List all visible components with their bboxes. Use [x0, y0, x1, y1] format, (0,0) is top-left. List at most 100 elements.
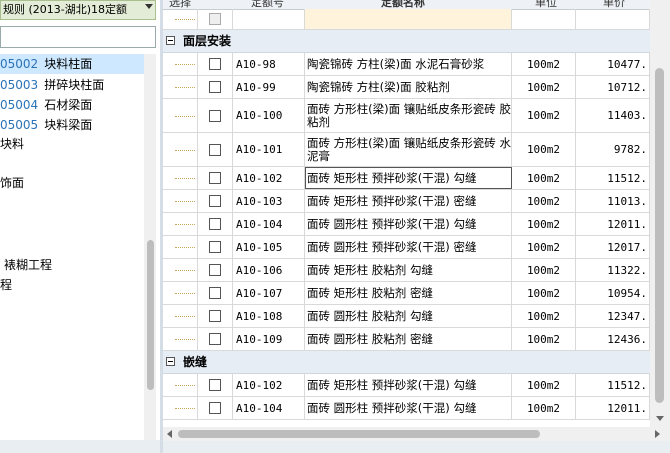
- row-checkbox[interactable]: [209, 195, 221, 207]
- row-checkbox[interactable]: [209, 241, 221, 253]
- quota-name[interactable]: 面砖 方形柱(梁)面 镶贴纸皮条形瓷砖 水泥膏: [305, 133, 512, 166]
- quota-price: 11322.: [576, 259, 650, 281]
- row-checkbox[interactable]: [209, 81, 221, 93]
- tree-item[interactable]: 05003 拼碎块柱面: [0, 75, 104, 95]
- row-checkbox[interactable]: [209, 310, 221, 322]
- quota-name[interactable]: 面砖 圆形柱 预拌砂浆(干混) 密缝: [305, 236, 512, 258]
- quota-unit: 100m2: [512, 282, 576, 304]
- left-panel: 规则 (2013-湖北)18定额 05002 块料柱面 05003 拼碎块柱面 0500…: [0, 0, 160, 453]
- tree-connector: [175, 316, 195, 317]
- row-checkbox[interactable]: [209, 58, 221, 70]
- quota-code: A10-99: [233, 76, 305, 98]
- scroll-left-arrow-icon[interactable]: [167, 430, 172, 438]
- row-checkbox[interactable]: [209, 109, 221, 122]
- quota-code: A10-102: [233, 167, 305, 189]
- quota-name[interactable]: 陶瓷锦砖 方柱(梁)面 胶粘剂: [305, 76, 512, 98]
- tree-item-label: 块料梁面: [44, 118, 93, 132]
- table-row[interactable]: A10-106 面砖 矩形柱 胶粘剂 勾缝 100m2 11322.: [163, 259, 650, 282]
- table-row[interactable]: A10-109 面砖 圆形柱 胶粘剂 密缝 100m2 12436.: [163, 328, 650, 351]
- search-input[interactable]: [0, 26, 156, 48]
- table-row[interactable]: A10-99 陶瓷锦砖 方柱(梁)面 胶粘剂 100m2 10712.: [163, 76, 650, 99]
- grid-vertical-scrollbar[interactable]: [650, 0, 670, 427]
- quota-unit: 100m2: [512, 328, 576, 350]
- row-checkbox[interactable]: [209, 13, 221, 25]
- quota-name[interactable]: 面砖 矩形柱 预拌砂浆(干混) 密缝: [305, 190, 512, 212]
- left-status-strip: [0, 440, 160, 453]
- quota-name[interactable]: 陶瓷锦砖 方柱(梁)面 水泥石膏砂浆: [305, 53, 512, 75]
- quota-unit: 100m2: [512, 76, 576, 98]
- tree-item[interactable]: 05002 块料柱面: [0, 54, 144, 74]
- quota-name[interactable]: 面砖 圆形柱 预拌砂浆(干混) 勾缝: [305, 397, 512, 419]
- table-row[interactable]: A10-108 面砖 圆形柱 胶粘剂 勾缝 100m2 12347.: [163, 305, 650, 328]
- quota-price: 10954.: [576, 282, 650, 304]
- table-row[interactable]: A10-101 面砖 方形柱(梁)面 镶贴纸皮条形瓷砖 水泥膏 100m2 9782.: [163, 133, 650, 167]
- table-row[interactable]: A10-102 面砖 矩形柱 预拌砂浆(干混) 勾缝 100m2 11512.: [163, 167, 650, 190]
- collapse-icon[interactable]: [166, 36, 175, 45]
- quota-unit: 100m2: [512, 167, 576, 189]
- quota-name[interactable]: 面砖 圆形柱 胶粘剂 密缝: [305, 328, 512, 350]
- tree-connector: [175, 270, 195, 271]
- quota-code: A10-107: [233, 282, 305, 304]
- table-row[interactable]: A10-100 面砖 方形柱(梁)面 镶贴纸皮条形瓷砖 胶粘剂 100m2 11403…: [163, 99, 650, 133]
- row-checkbox[interactable]: [209, 379, 221, 391]
- row-checkbox[interactable]: [209, 218, 221, 230]
- row-checkbox[interactable]: [209, 172, 221, 184]
- grid-hscroll-thumb[interactable]: [178, 430, 540, 438]
- quota-price: 11403.: [576, 99, 650, 132]
- quota-code: A10-104: [233, 397, 305, 419]
- tree-connector: [175, 339, 195, 340]
- quota-name[interactable]: 面砖 矩形柱 预拌砂浆(干混) 勾缝: [305, 167, 512, 189]
- quota-code: A10-102: [233, 374, 305, 396]
- grid-horizontal-scrollbar[interactable]: [163, 427, 670, 441]
- tree-connector: [175, 201, 195, 202]
- quota-name[interactable]: 面砖 矩形柱 预拌砂浆(干混) 勾缝: [305, 374, 512, 396]
- tree-connector: [175, 408, 195, 409]
- table-row[interactable]: A10-103 面砖 矩形柱 预拌砂浆(干混) 密缝 100m2 11013.: [163, 190, 650, 213]
- quota-grid: 选择 定额号 定额名称 单位 单价 面层安装 A10-98 陶瓷锦砖 方柱(梁)面 …: [163, 0, 650, 427]
- tree-item[interactable]: 饰面: [0, 173, 24, 193]
- quota-unit: 100m2: [512, 133, 576, 166]
- row-checkbox[interactable]: [209, 333, 221, 345]
- row-checkbox[interactable]: [209, 143, 221, 156]
- quota-name[interactable]: 面砖 圆形柱 胶粘剂 勾缝: [305, 305, 512, 327]
- chevron-down-icon[interactable]: [145, 4, 153, 9]
- left-scrollbar-thumb[interactable]: [147, 240, 154, 390]
- table-row[interactable]: [163, 9, 650, 30]
- table-row[interactable]: A10-107 面砖 矩形柱 胶粘剂 密缝 100m2 10954.: [163, 282, 650, 305]
- quota-unit: 100m2: [512, 259, 576, 281]
- quota-code: A10-109: [233, 328, 305, 350]
- collapse-icon[interactable]: [166, 357, 175, 366]
- tree-item-label: 拼碎块柱面: [44, 78, 105, 92]
- table-row[interactable]: A10-104 面砖 圆形柱 预拌砂浆(干混) 勾缝 100m2 12011.: [163, 397, 650, 420]
- tree-connector: [175, 149, 195, 151]
- tree-item[interactable]: 05005 块料梁面: [0, 115, 92, 135]
- quota-code: A10-103: [233, 190, 305, 212]
- tree-item[interactable]: 05004 石材梁面: [0, 95, 92, 115]
- tree-item[interactable]: 块料: [0, 134, 24, 154]
- grid-scrollbar-thumb[interactable]: [655, 68, 664, 403]
- group-row[interactable]: 面层安装: [163, 30, 650, 53]
- tree-connector: [175, 115, 195, 117]
- scroll-right-arrow-icon[interactable]: [655, 430, 660, 438]
- tree-item[interactable]: 程: [0, 275, 12, 295]
- table-row[interactable]: A10-102 面砖 矩形柱 预拌砂浆(干混) 勾缝 100m2 11512.: [163, 374, 650, 397]
- quota-name[interactable]: 面砖 方形柱(梁)面 镶贴纸皮条形瓷砖 胶粘剂: [305, 99, 512, 132]
- table-row[interactable]: A10-104 面砖 圆形柱 预拌砂浆(干混) 勾缝 100m2 12011.: [163, 213, 650, 236]
- tree-item[interactable]: 裱糊工程: [4, 255, 52, 275]
- quota-unit: 100m2: [512, 53, 576, 75]
- row-checkbox[interactable]: [209, 287, 221, 299]
- table-row[interactable]: A10-98 陶瓷锦砖 方柱(梁)面 水泥石膏砂浆 100m2 10477.: [163, 53, 650, 76]
- quota-price: 9782.: [576, 133, 650, 166]
- group-row[interactable]: 嵌缝: [163, 351, 650, 374]
- table-row[interactable]: A10-105 面砖 圆形柱 预拌砂浆(干混) 密缝 100m2 12017.: [163, 236, 650, 259]
- quota-name[interactable]: 面砖 圆形柱 预拌砂浆(干混) 勾缝: [305, 213, 512, 235]
- quota-selector-dropdown[interactable]: 规则 (2013-湖北)18定额: [0, 0, 156, 20]
- row-checkbox[interactable]: [209, 264, 221, 276]
- quota-unit: 100m2: [512, 374, 576, 396]
- row-checkbox[interactable]: [209, 402, 221, 414]
- quota-name[interactable]: 面砖 矩形柱 胶粘剂 密缝: [305, 282, 512, 304]
- group-title: 面层安装: [183, 34, 232, 48]
- scroll-down-arrow-icon[interactable]: [656, 416, 664, 421]
- quota-code: A10-106: [233, 259, 305, 281]
- quota-name[interactable]: 面砖 矩形柱 胶粘剂 勾缝: [305, 259, 512, 281]
